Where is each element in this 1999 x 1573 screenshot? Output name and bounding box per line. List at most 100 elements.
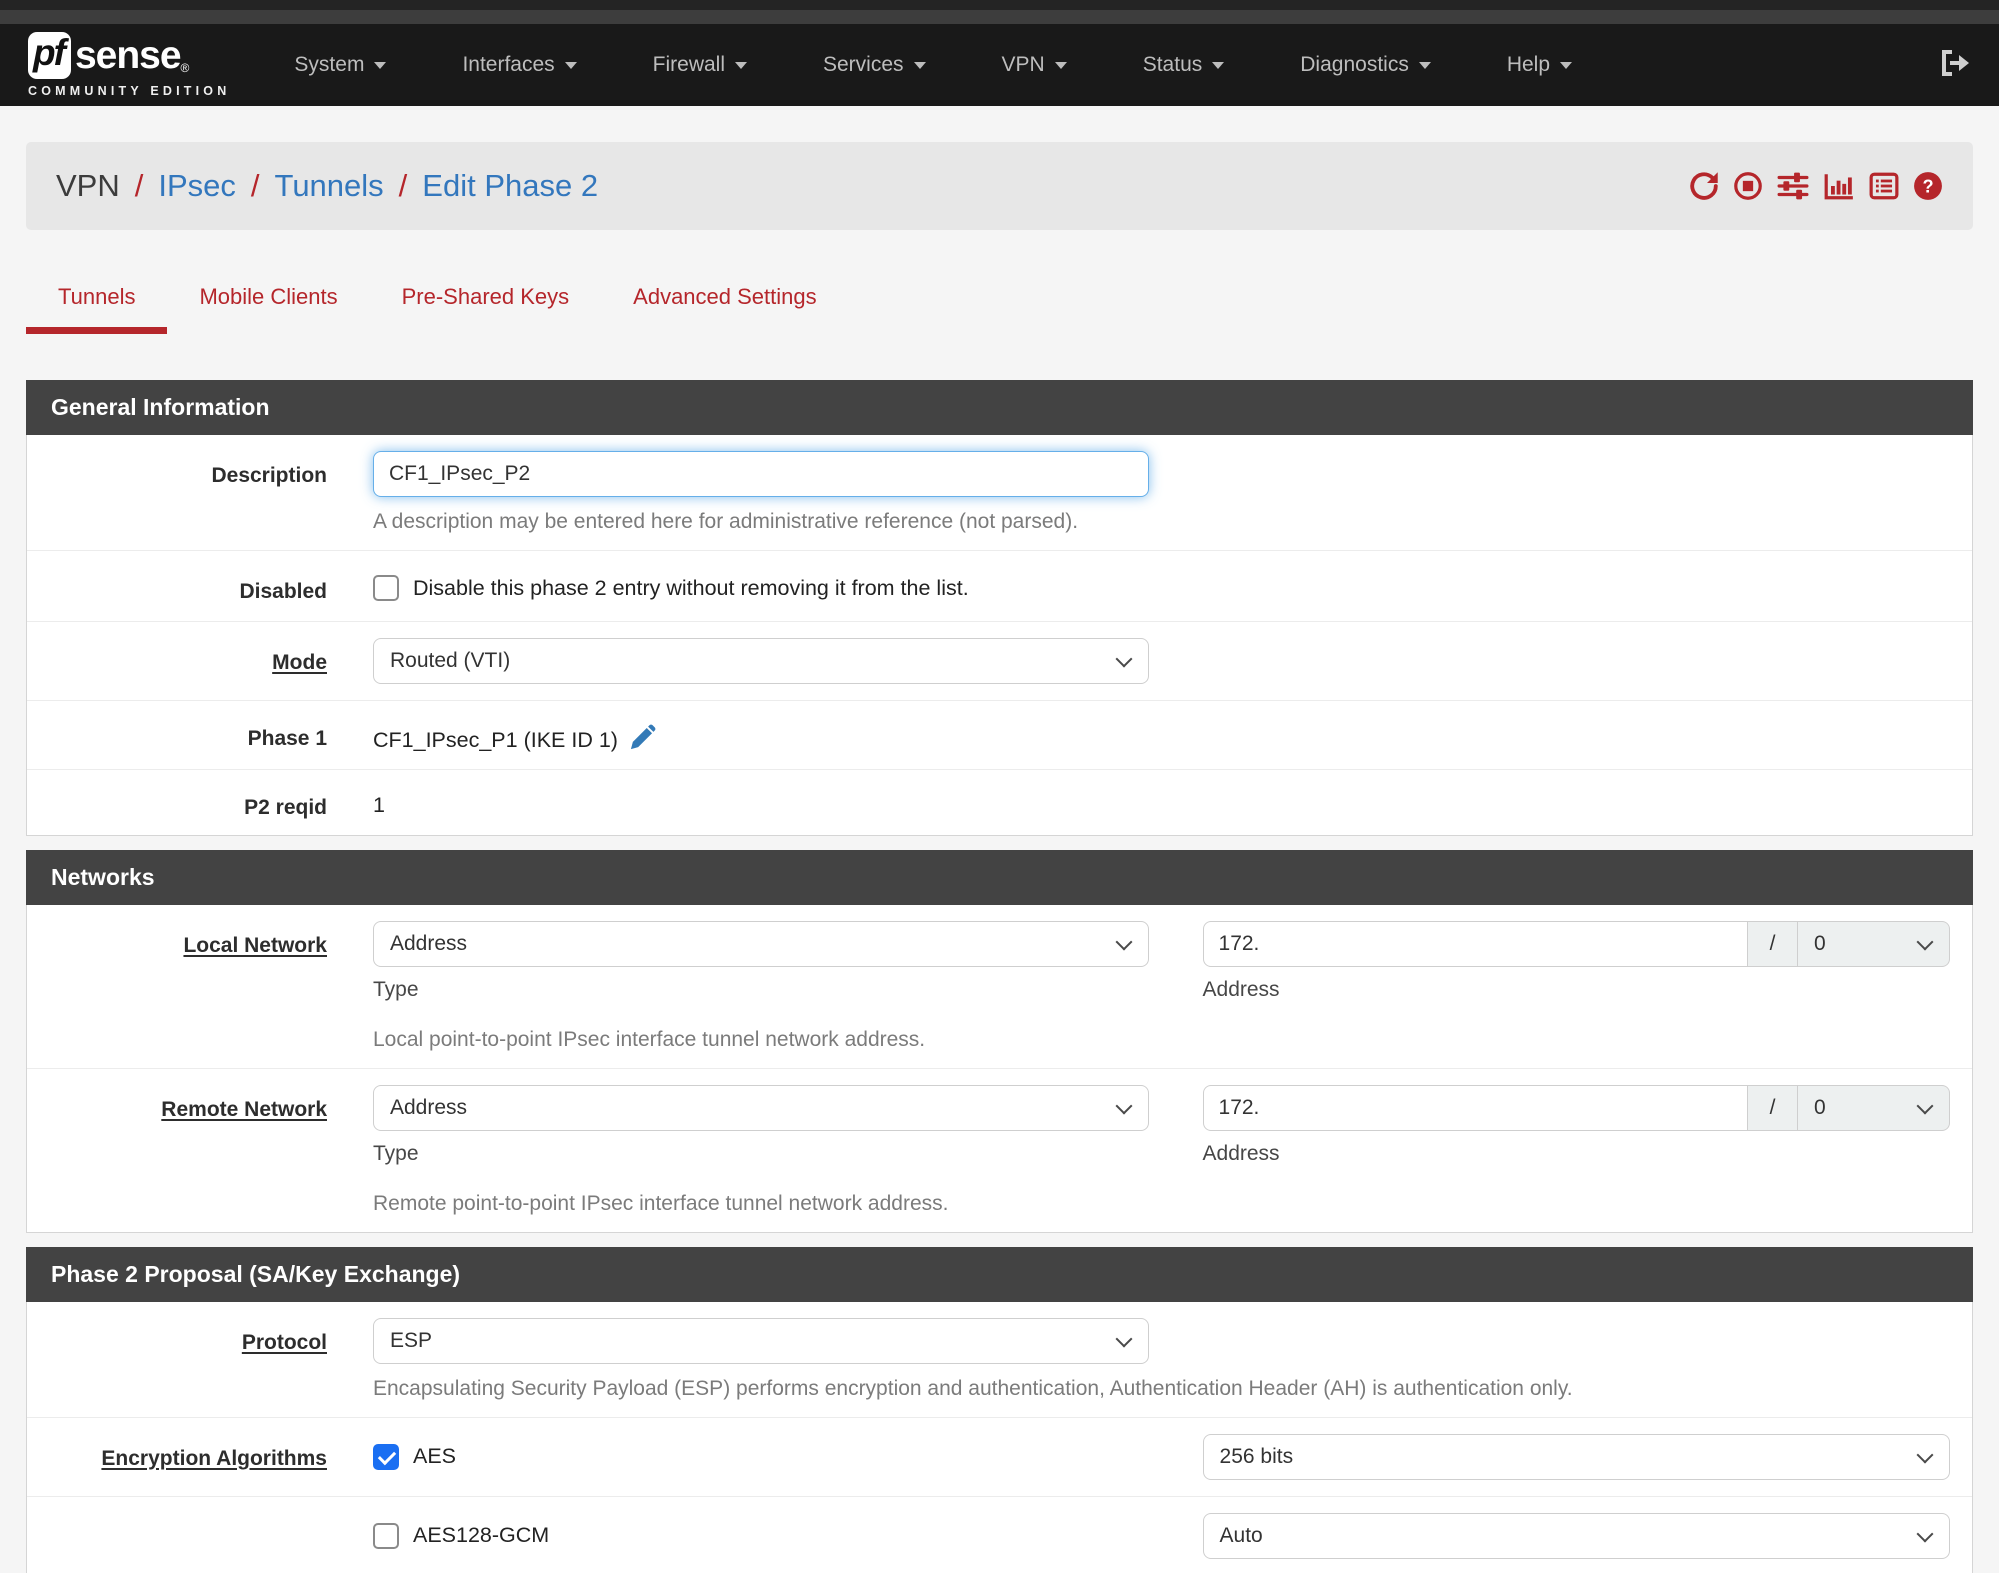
nav-interfaces[interactable]: Interfaces — [424, 24, 614, 106]
tab-pre-shared-keys[interactable]: Pre-Shared Keys — [370, 284, 602, 334]
aes-keylen-value: 256 bits — [1219, 1444, 1294, 1468]
registered-mark: ® — [180, 60, 190, 75]
chevron-down-icon — [1916, 1097, 1934, 1115]
aes128gcm-checkbox-row[interactable]: AES128-GCM — [373, 1522, 1149, 1549]
remote-network-row: Remote Network Address Type / — [27, 1069, 1972, 1232]
remote-network-prefix-select[interactable]: 0 — [1798, 1084, 1950, 1131]
sliders-icon[interactable] — [1777, 171, 1809, 201]
aes-keylen-select[interactable]: 256 bits — [1202, 1433, 1950, 1480]
tab-bar: Tunnels Mobile Clients Pre-Shared Keys A… — [26, 284, 1973, 334]
local-network-label: Local Network — [183, 933, 327, 957]
protocol-label: Protocol — [241, 1330, 327, 1354]
mode-select[interactable]: Routed (VTI) — [373, 638, 1149, 685]
phase2-proposal-title: Phase 2 Proposal (SA/Key Exchange) — [26, 1246, 1973, 1302]
help-icon[interactable]: ? — [1913, 171, 1943, 201]
phase1-row: Phase 1 CF1_IPsec_P1 (IKE ID 1) — [27, 701, 1972, 771]
nav-firewall[interactable]: Firewall — [615, 24, 785, 106]
remote-network-label: Remote Network — [161, 1097, 327, 1121]
local-network-address-caption: Address — [1202, 977, 1280, 1001]
breadcrumb: VPN / IPsec / Tunnels / Edit Phase 2 — [56, 168, 598, 204]
edit-phase1-icon[interactable] — [629, 724, 656, 756]
mode-select-value: Routed (VTI) — [390, 649, 511, 673]
breadcrumb-edit-phase-2[interactable]: Edit Phase 2 — [422, 168, 598, 204]
main-menu: System Interfaces Firewall Services VPN … — [256, 24, 1610, 106]
description-input[interactable] — [373, 451, 1149, 497]
nav-status[interactable]: Status — [1105, 24, 1263, 106]
remote-network-prefix-value: 0 — [1814, 1095, 1826, 1119]
breadcrumb-separator: / — [398, 168, 408, 203]
phase2-proposal-panel: Phase 2 Proposal (SA/Key Exchange) Proto… — [26, 1246, 1973, 1573]
chevron-down-icon — [913, 61, 926, 69]
tab-advanced-settings[interactable]: Advanced Settings — [601, 284, 848, 334]
empty-label — [27, 1513, 327, 1524]
refresh-icon[interactable] — [1689, 171, 1719, 201]
logout-button[interactable] — [1939, 48, 1971, 83]
tab-mobile-clients[interactable]: Mobile Clients — [167, 284, 369, 334]
encryption-aes128gcm-row: AES128-GCM Auto — [27, 1497, 1972, 1573]
remote-network-address-caption: Address — [1202, 1141, 1280, 1165]
disabled-checkbox-row[interactable]: Disable this phase 2 entry without remov… — [373, 567, 1950, 601]
chevron-down-icon — [1115, 933, 1133, 951]
chevron-down-icon — [1054, 61, 1067, 69]
sign-out-icon — [1939, 48, 1971, 83]
chevron-down-icon — [1916, 933, 1934, 951]
local-network-prefix-select[interactable]: 0 — [1798, 920, 1950, 967]
pfsense-logo[interactable]: pf sense ® COMMUNITY EDITION — [28, 32, 230, 98]
phase1-value: CF1_IPsec_P1 (IKE ID 1) — [373, 727, 618, 752]
chevron-down-icon — [1418, 61, 1431, 69]
bar-chart-icon[interactable] — [1823, 171, 1855, 201]
aes-checkbox[interactable] — [373, 1443, 399, 1470]
breadcrumb-vpn: VPN — [56, 168, 120, 203]
disabled-checkbox[interactable] — [373, 575, 399, 601]
chevron-down-icon — [735, 61, 747, 69]
local-network-address-input[interactable] — [1202, 920, 1748, 967]
sense-logo-text: sense — [74, 33, 182, 77]
remote-network-help: Remote point-to-point IPsec interface tu… — [373, 1191, 949, 1215]
general-information-title: General Information — [26, 380, 1973, 435]
encryption-aes-row: Encryption Algorithms AES 256 bits — [27, 1418, 1972, 1497]
p2reqid-value: 1 — [373, 793, 385, 818]
aes128gcm-checkbox[interactable] — [373, 1522, 399, 1549]
remote-network-address-input[interactable] — [1202, 1084, 1748, 1131]
nav-services[interactable]: Services — [785, 24, 964, 106]
aes128gcm-keylen-value: Auto — [1219, 1523, 1263, 1547]
breadcrumb-tunnels[interactable]: Tunnels — [275, 168, 384, 204]
list-icon[interactable] — [1869, 171, 1899, 201]
chevron-down-icon — [564, 61, 577, 69]
local-network-type-select[interactable]: Address — [373, 920, 1149, 967]
nav-diagnostics[interactable]: Diagnostics — [1262, 24, 1469, 106]
description-help: A description may be entered here for ad… — [373, 510, 1079, 533]
mode-label: Mode — [272, 651, 327, 675]
breadcrumb-ipsec[interactable]: IPsec — [158, 168, 236, 204]
aes128gcm-keylen-select[interactable]: Auto — [1202, 1512, 1950, 1559]
networks-panel: Networks Local Network Address Type 172.… — [26, 849, 1973, 1233]
chevron-down-icon — [1115, 1330, 1133, 1348]
stop-icon[interactable] — [1733, 171, 1763, 201]
nav-system[interactable]: System — [256, 24, 424, 106]
community-edition-label: COMMUNITY EDITION — [28, 83, 231, 98]
chevron-down-icon — [1115, 1097, 1133, 1115]
p2reqid-row: P2 reqid 1 — [27, 770, 1972, 834]
tab-tunnels[interactable]: Tunnels — [26, 284, 168, 334]
nav-help[interactable]: Help — [1469, 24, 1610, 106]
local-network-row: Local Network Address Type / — [27, 905, 1972, 1069]
disabled-label: Disabled — [239, 580, 327, 603]
description-row: Description A description may be entered… — [27, 435, 1972, 551]
protocol-select[interactable]: ESP — [373, 1317, 1149, 1364]
remote-network-type-select[interactable]: Address — [373, 1084, 1149, 1131]
window-title-strip — [0, 10, 1999, 24]
phase1-label: Phase 1 — [247, 727, 327, 751]
p2reqid-label: P2 reqid — [244, 796, 327, 820]
pf-logo-mark: pf — [28, 32, 71, 79]
aes-checkbox-row[interactable]: AES — [373, 1443, 1149, 1470]
breadcrumb-separator: / — [250, 168, 260, 203]
chevron-down-icon — [1916, 1525, 1934, 1543]
window-top-strip — [0, 0, 1999, 10]
chevron-down-icon — [374, 61, 387, 69]
remote-network-slash-addon: / — [1748, 1084, 1798, 1131]
chevron-down-icon — [1916, 1446, 1934, 1464]
disabled-checkbox-label: Disable this phase 2 entry without remov… — [413, 575, 969, 600]
local-network-type-caption: Type — [373, 977, 419, 1001]
pf-logo-text: pf — [33, 32, 66, 74]
nav-vpn[interactable]: VPN — [964, 24, 1105, 106]
